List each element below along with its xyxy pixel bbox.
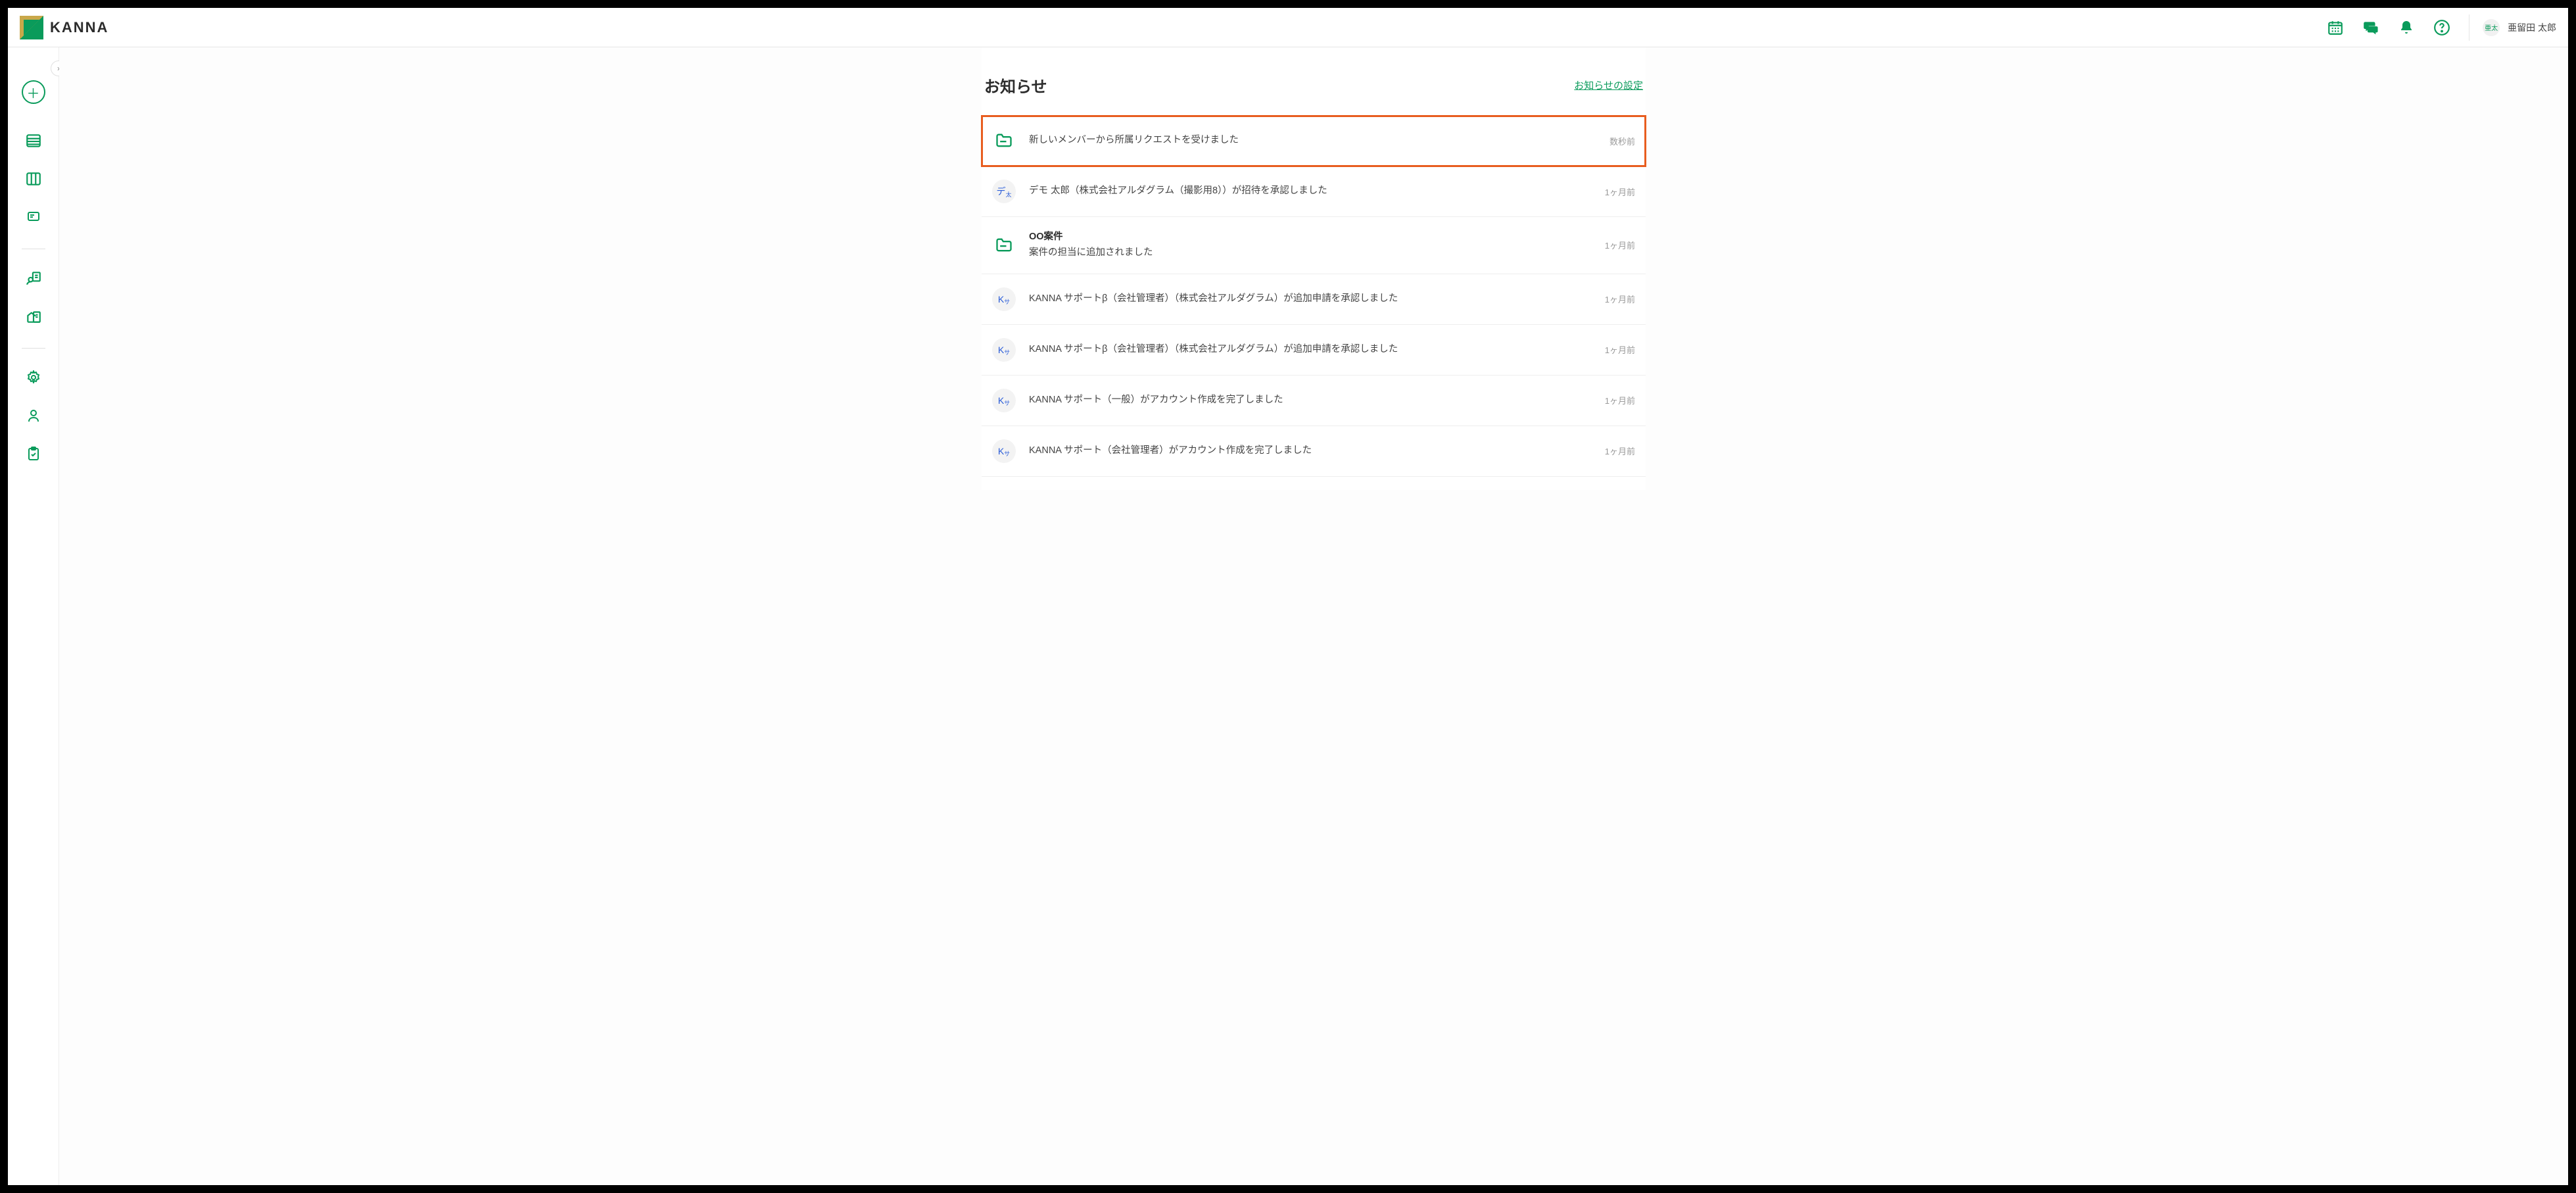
help-icon[interactable]	[2433, 19, 2450, 36]
notification-item[interactable]: デ太デモ 太郎（株式会社アルダグラム（撮影用8））が招待を承認しました 1ヶ月前	[982, 166, 1646, 217]
notification-message: KANNA サポート（会社管理者）がアカウント作成を完了しました	[1029, 444, 1594, 458]
user-menu[interactable]: 亜太 亜留田 太郎	[2469, 14, 2556, 41]
page-title: お知らせ	[984, 74, 1047, 97]
logo-mark-icon	[20, 16, 43, 39]
notification-message: KANNA サポートβ（会社管理者）（株式会社アルダグラム）が追加申請を承認しま…	[1029, 343, 1594, 357]
avatar: 亜太	[2483, 19, 2500, 36]
notification-item[interactable]: 新しいメンバーから所属リクエストを受けました数秒前	[982, 116, 1646, 166]
folder-icon	[992, 233, 1016, 257]
bell-icon[interactable]	[2398, 19, 2415, 36]
notification-message: KANNA サポートβ（会社管理者）（株式会社アルダグラム）が追加申請を承認しま…	[1029, 292, 1594, 306]
notification-time: 1ヶ月前	[1605, 239, 1635, 251]
notification-body: デモ 太郎（株式会社アルダグラム（撮影用8））が招待を承認しました	[1029, 184, 1594, 199]
notification-time: 1ヶ月前	[1605, 445, 1635, 457]
sidebar-item-tasks[interactable]	[20, 441, 47, 467]
user-name-label: 亜留田 太郎	[2508, 21, 2556, 34]
notification-time: 1ヶ月前	[1605, 293, 1635, 305]
notification-message: KANNA サポート（一般）がアカウント作成を完了しました	[1029, 393, 1594, 408]
main-content: お知らせ お知らせの設定 新しいメンバーから所属リクエストを受けました数秒前デ太…	[59, 47, 2568, 1185]
sidebar-item-company[interactable]	[20, 303, 47, 329]
sidebar-item-board[interactable]	[20, 166, 47, 192]
logo-text: KANNA	[50, 19, 108, 36]
chat-icon[interactable]	[2362, 19, 2379, 36]
sidebar-item-list[interactable]	[20, 128, 47, 154]
notification-body: KANNA サポートβ（会社管理者）（株式会社アルダグラム）が追加申請を承認しま…	[1029, 343, 1594, 357]
folder-icon	[992, 129, 1016, 153]
notification-body: KANNA サポートβ（会社管理者）（株式会社アルダグラム）が追加申請を承認しま…	[1029, 292, 1594, 306]
avatar-icon: Kサ	[992, 439, 1016, 463]
avatar-icon: デ太	[992, 180, 1016, 203]
sidebar-divider	[22, 348, 45, 349]
notification-body: OO案件案件の担当に追加されました	[1029, 230, 1594, 260]
avatar-icon: Kサ	[992, 389, 1016, 412]
avatar-icon: Kサ	[992, 287, 1016, 311]
notification-message: 案件の担当に追加されました	[1029, 246, 1594, 260]
body: › ＋	[8, 47, 2568, 1185]
page-header: お知らせ お知らせの設定	[982, 74, 1646, 116]
sidebar-item-report[interactable]	[20, 204, 47, 230]
plus-icon: ＋	[27, 83, 40, 102]
notification-title: OO案件	[1029, 230, 1594, 245]
logo[interactable]: KANNA	[20, 16, 108, 39]
header-actions	[2327, 19, 2450, 36]
notification-message: 新しいメンバーから所属リクエストを受けました	[1029, 134, 1599, 148]
app-frame: KANNA	[8, 8, 2568, 1185]
notification-item[interactable]: Kサ KANNA サポート（会社管理者）がアカウント作成を完了しました 1ヶ月前	[982, 426, 1646, 477]
notification-time: 1ヶ月前	[1605, 185, 1635, 198]
sidebar: › ＋	[8, 47, 59, 1185]
notification-time: 1ヶ月前	[1605, 343, 1635, 356]
notification-body: KANNA サポート（一般）がアカウント作成を完了しました	[1029, 393, 1594, 408]
notification-time: 1ヶ月前	[1605, 394, 1635, 406]
notification-item[interactable]: Kサ KANNA サポート（一般）がアカウント作成を完了しました 1ヶ月前	[982, 376, 1646, 426]
notification-message: デモ 太郎（株式会社アルダグラム（撮影用8））が招待を承認しました	[1029, 184, 1594, 199]
notification-item[interactable]: OO案件案件の担当に追加されました 1ヶ月前	[982, 217, 1646, 274]
notification-settings-link[interactable]: お知らせの設定	[1574, 78, 1643, 92]
notification-list: 新しいメンバーから所属リクエストを受けました数秒前デ太デモ 太郎（株式会社アルダ…	[982, 116, 1646, 477]
header-bar: KANNA	[8, 8, 2568, 47]
sidebar-item-profile[interactable]	[20, 402, 47, 429]
sidebar-item-members[interactable]	[20, 265, 47, 291]
sidebar-item-settings[interactable]	[20, 364, 47, 391]
notification-time: 数秒前	[1610, 135, 1635, 147]
avatar-icon: Kサ	[992, 338, 1016, 362]
add-button[interactable]: ＋	[22, 80, 45, 104]
notification-item[interactable]: Kサ KANNA サポートβ（会社管理者）（株式会社アルダグラム）が追加申請を承認…	[982, 274, 1646, 325]
notification-body: 新しいメンバーから所属リクエストを受けました	[1029, 134, 1599, 148]
calendar-icon[interactable]	[2327, 19, 2344, 36]
notification-item[interactable]: Kサ KANNA サポートβ（会社管理者）（株式会社アルダグラム）が追加申請を承認…	[982, 325, 1646, 376]
notification-body: KANNA サポート（会社管理者）がアカウント作成を完了しました	[1029, 444, 1594, 458]
